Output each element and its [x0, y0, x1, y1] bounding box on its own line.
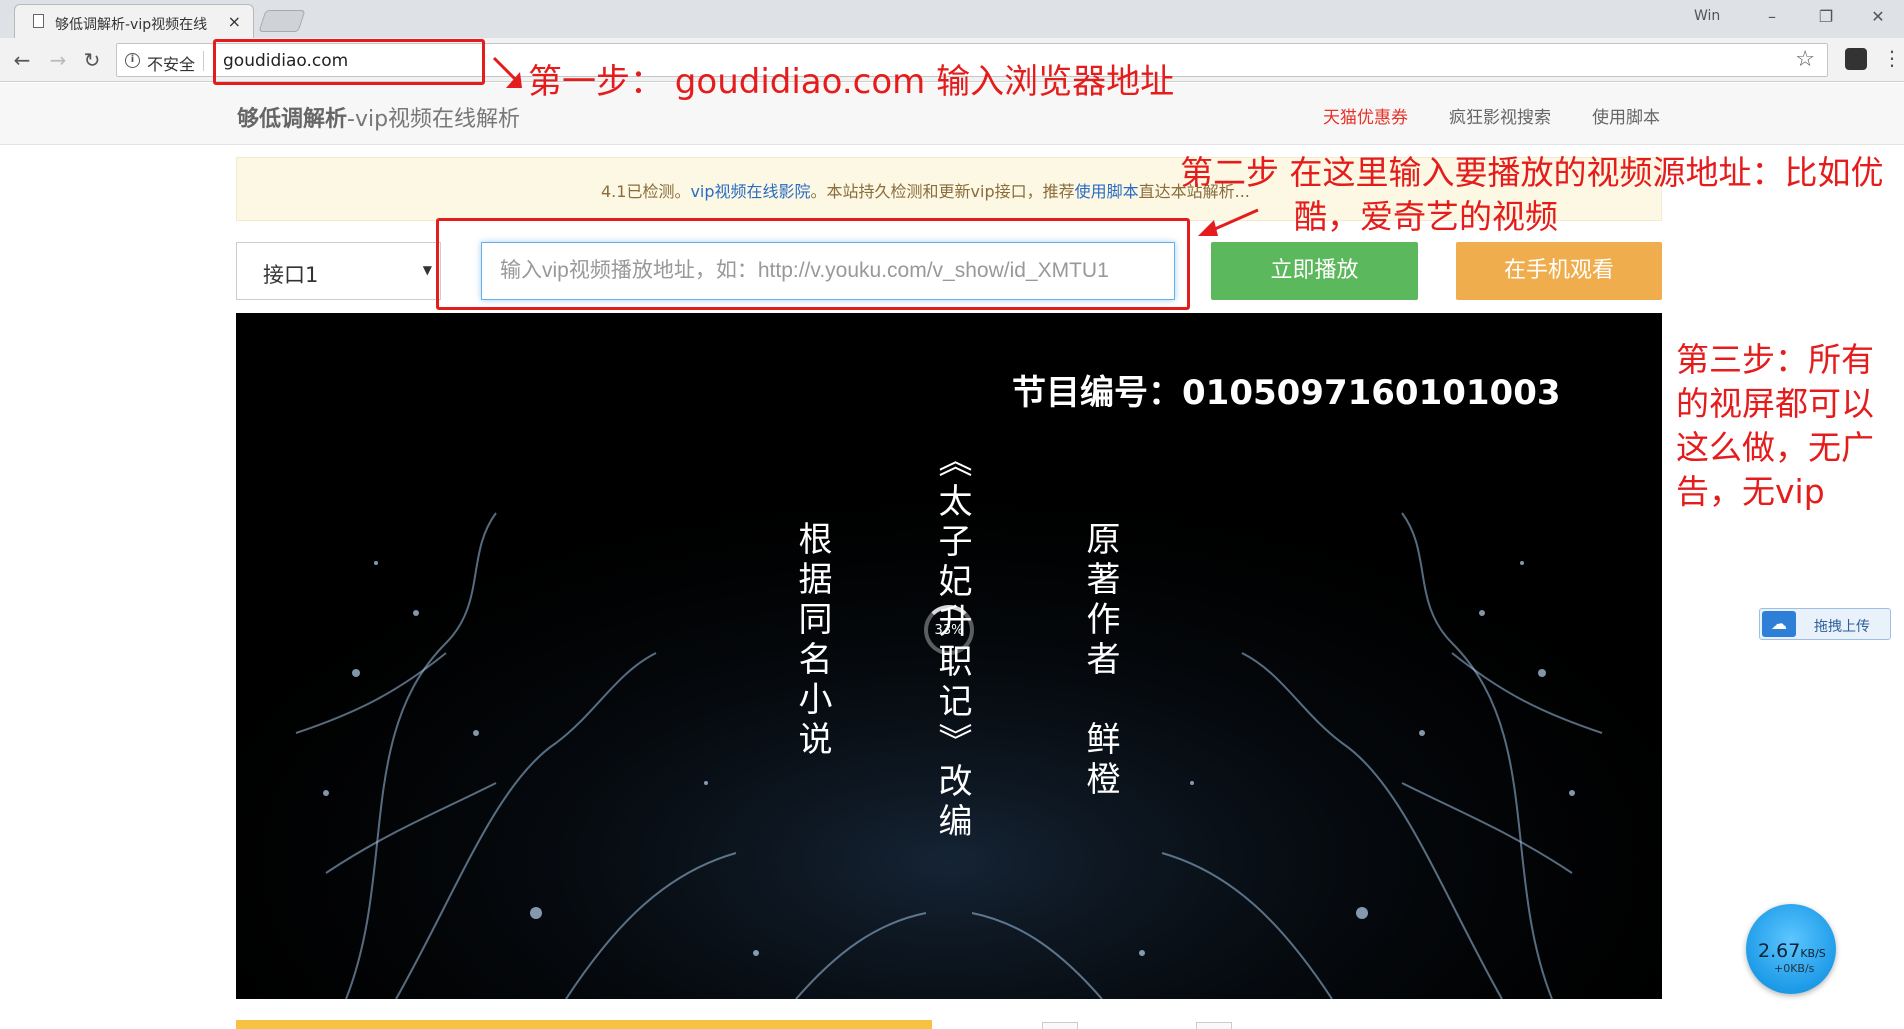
annotation-step3-line: 的视屏都可以 — [1676, 384, 1874, 423]
bookmark-star-icon[interactable]: ☆ — [1795, 47, 1815, 72]
forward-icon[interactable]: → — [44, 46, 72, 74]
annotation-step3-line: 这么做，无广 — [1676, 428, 1874, 467]
annotation-step3-line: 告，无vip — [1676, 472, 1825, 511]
nav-video-search[interactable]: 疯狂影视搜索 — [1449, 103, 1551, 128]
minimize-icon[interactable]: – — [1752, 4, 1792, 30]
loading-percent: 33% — [934, 623, 964, 638]
menu-icon[interactable]: ⋮ — [1882, 46, 1902, 70]
divider — [203, 51, 204, 71]
notice-middle: 。本站持久检测和更新vip接口，推荐 — [810, 182, 1075, 201]
reload-icon[interactable]: ↻ — [78, 46, 106, 74]
upload-label: 拖拽上传 — [1814, 619, 1870, 635]
credit-author: 原著作者 鲜橙 — [1080, 521, 1120, 801]
loading-spinner: 33% — [924, 605, 974, 655]
speed-unit: KB/S — [1800, 947, 1826, 960]
interface-select[interactable]: 接口1 ▼ — [236, 242, 441, 300]
page-icon — [33, 14, 44, 28]
chevron-down-icon: ▼ — [422, 263, 432, 277]
bottom-banner[interactable] — [236, 1020, 932, 1029]
annotation-step2-line1: 第二步 在这里输入要播放的视频源地址：比如优 — [1180, 153, 1884, 192]
close-window-icon[interactable]: ✕ — [1858, 4, 1898, 30]
annotation-step3-line: 第三步：所有 — [1676, 340, 1874, 379]
browser-tab-bar: 够低调解析-vip视频在线 × Win – ❐ ✕ — [0, 0, 1904, 38]
annotation-box-input — [436, 218, 1190, 310]
site-brand[interactable]: 够低调解析-vip视频在线解析 — [237, 101, 520, 133]
annotation-step3: 第三步：所有 的视屏都可以 这么做，无广 告，无vip — [1676, 338, 1874, 514]
bottom-tab[interactable] — [1196, 1022, 1232, 1029]
tab-title: 够低调解析-vip视频在线 — [55, 17, 208, 33]
notice-prefix: 4.1已检测。 — [601, 182, 691, 201]
program-code: 节目编号：0105097160101003 — [1012, 373, 1561, 413]
new-tab-button[interactable] — [258, 10, 306, 32]
credit-left: 根据同名小说 — [792, 521, 832, 761]
brand-tagline: -vip视频在线解析 — [347, 107, 521, 132]
interface-value: 接口1 — [263, 263, 319, 287]
annotation-step1: 第一步： goudidiao.com 输入浏览器地址 — [528, 62, 1175, 102]
nav-tmall-coupons[interactable]: 天猫优惠券 — [1323, 103, 1408, 128]
network-speed-ball[interactable]: 2.67KB/S +0KB/s — [1746, 904, 1836, 994]
annotation-step2-line2: 酷，爱奇艺的视频 — [1294, 197, 1558, 236]
nav-use-script[interactable]: 使用脚本 — [1592, 103, 1660, 128]
play-now-button[interactable]: 立即播放 — [1211, 242, 1418, 300]
annotation-arrow-2 — [1198, 208, 1259, 236]
bottom-tab[interactable] — [1042, 1022, 1078, 1029]
cloud-icon: ☁ — [1762, 611, 1796, 637]
notice-link-cinema[interactable]: vip视频在线影院 — [690, 182, 810, 201]
speed-upload: +0KB/s — [1774, 962, 1815, 975]
video-player[interactable]: 节目编号：0105097160101003 根据同名小说 《太子妃升职记》改编 … — [236, 313, 1662, 999]
annotation-box-url — [213, 39, 485, 85]
speed-value: 2.67KB/S — [1758, 940, 1826, 962]
security-label[interactable]: 不安全 — [147, 51, 195, 75]
browser-tab[interactable]: 够低调解析-vip视频在线 × — [14, 4, 254, 38]
drag-upload-widget[interactable]: ☁ 拖拽上传 — [1759, 608, 1891, 640]
watch-on-mobile-button[interactable]: 在手机观看 — [1456, 242, 1662, 300]
brand-name: 够低调解析 — [237, 107, 348, 132]
close-tab-icon[interactable]: × — [228, 12, 241, 31]
info-icon[interactable]: i — [125, 53, 140, 68]
speed-number: 2.67 — [1758, 940, 1801, 962]
notice-text: 4.1已检测。vip视频在线影院。本站持久检测和更新vip接口，推荐使用脚本直达… — [601, 178, 1250, 202]
notice-link-script[interactable]: 使用脚本 — [1075, 182, 1139, 201]
extension-icon[interactable] — [1845, 48, 1867, 70]
annotation-arrow-1 — [492, 56, 522, 88]
window-user-label: Win — [1694, 8, 1721, 24]
restore-icon[interactable]: ❐ — [1806, 4, 1846, 30]
back-icon[interactable]: ← — [8, 46, 36, 74]
